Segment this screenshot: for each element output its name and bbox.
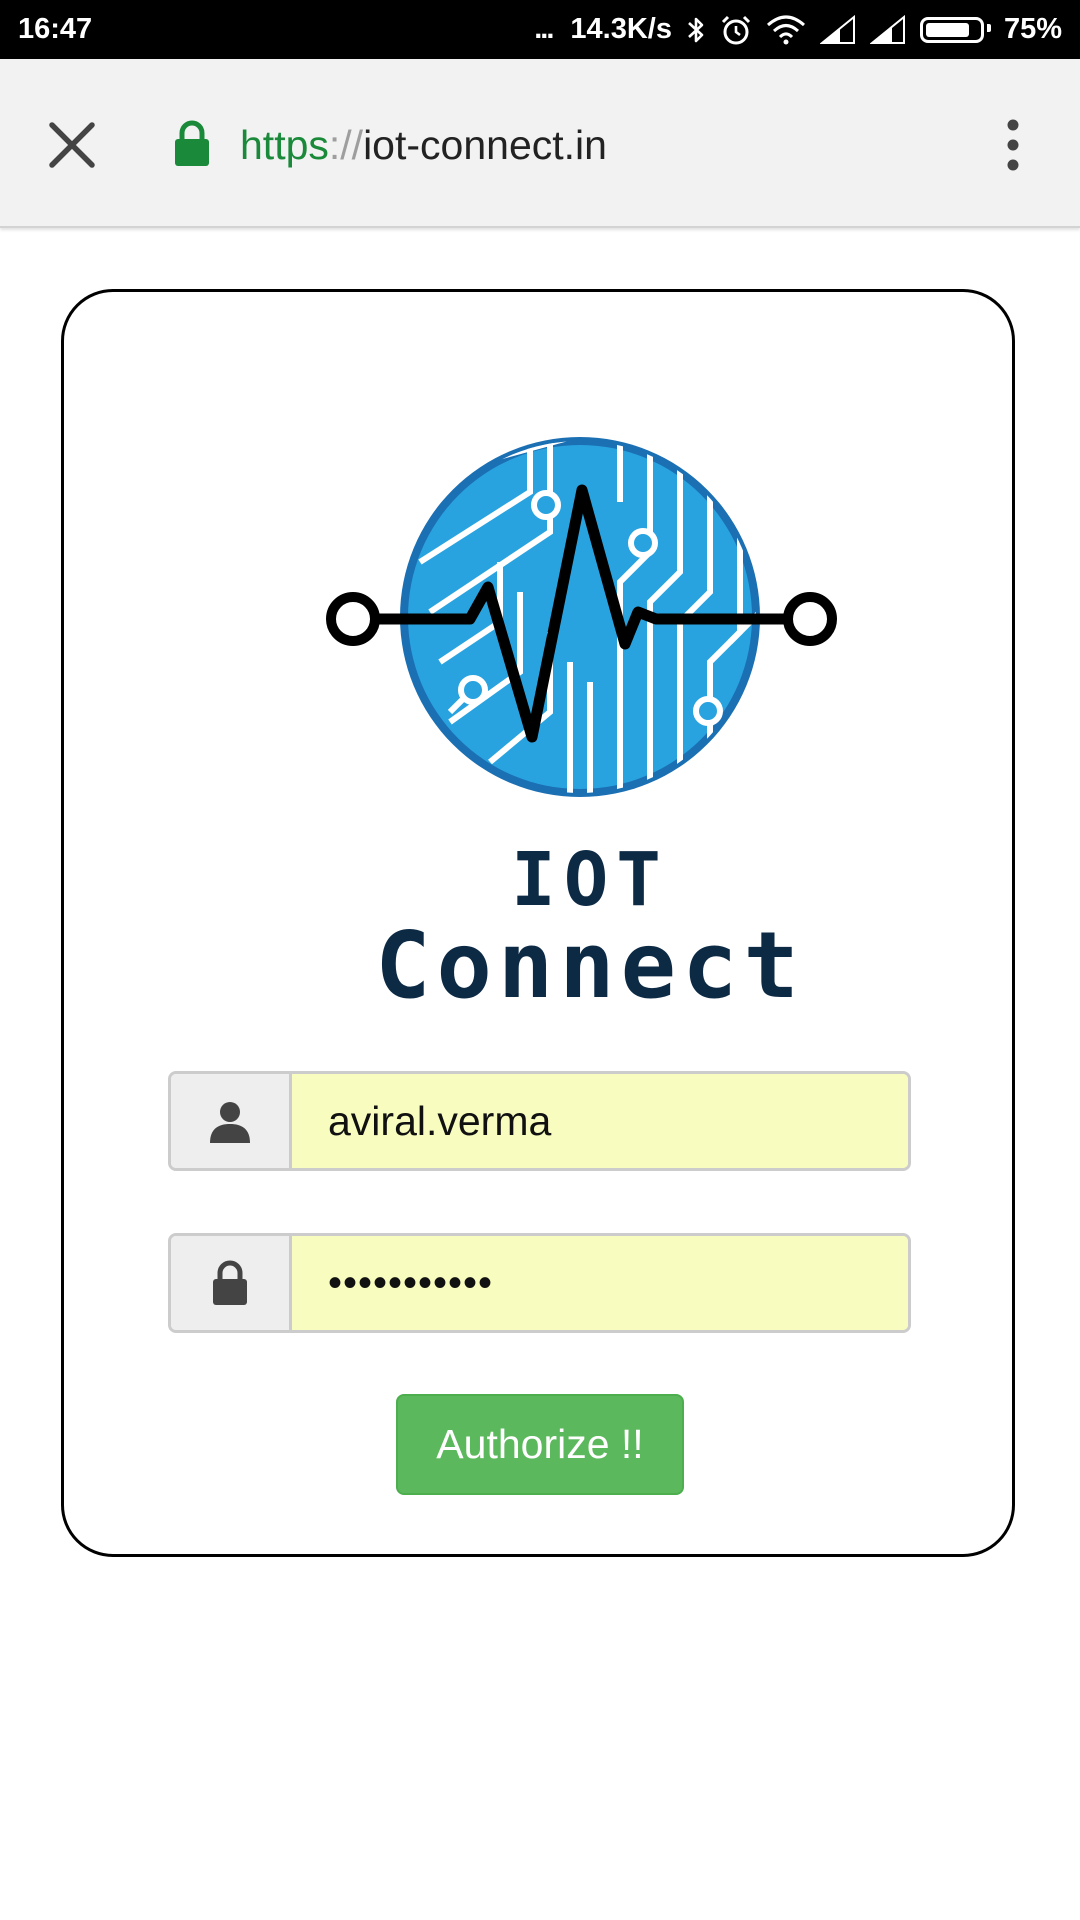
user-icon xyxy=(171,1074,292,1168)
bluetooth-icon xyxy=(686,15,706,45)
wifi-icon xyxy=(766,15,806,45)
url-address[interactable]: https://iot-connect.in xyxy=(240,119,607,171)
status-time: 16:47 xyxy=(18,13,93,45)
brand-wordmark: IOT Connect xyxy=(290,837,890,1014)
battery-icon xyxy=(919,16,991,43)
lock-icon xyxy=(171,1236,292,1330)
signal-icon xyxy=(819,14,856,45)
status-overflow: ... xyxy=(534,13,554,45)
network-speed: 14.3K/s xyxy=(570,13,672,45)
username-group xyxy=(168,1071,911,1171)
password-input[interactable] xyxy=(292,1236,908,1330)
more-vert-icon[interactable] xyxy=(1000,117,1026,173)
signal-icon-2 xyxy=(869,14,906,45)
password-group xyxy=(168,1233,911,1333)
battery-percent: 75% xyxy=(1003,13,1062,45)
url-separator: :// xyxy=(328,122,364,168)
brand-line-1: IOT xyxy=(511,837,669,923)
username-input[interactable] xyxy=(292,1074,908,1168)
url-host: iot-connect.in xyxy=(363,122,607,168)
status-right-group: ... 14.3K/s 75% xyxy=(534,0,1062,59)
authorize-button[interactable]: Authorize !! xyxy=(396,1394,684,1495)
iot-connect-logo xyxy=(320,432,840,802)
brand-line-2: Connect xyxy=(375,912,805,1019)
url-scheme: https xyxy=(240,122,329,168)
alarm-icon xyxy=(720,14,752,46)
secure-lock-icon[interactable] xyxy=(172,120,212,168)
close-icon[interactable] xyxy=(44,117,100,173)
browser-toolbar: https://iot-connect.in xyxy=(0,59,1080,228)
status-bar: 16:47 ... 14.3K/s 75% xyxy=(0,0,1080,59)
